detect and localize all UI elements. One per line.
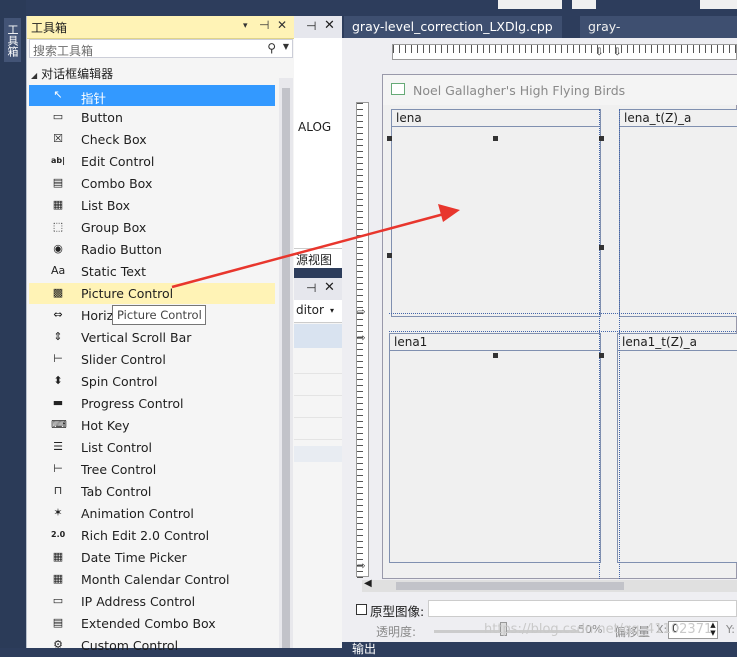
annotation-arrow (171, 204, 460, 289)
watermark: https://blog.csdn.net/qq_41102371 (484, 622, 713, 637)
arrow-shaft (171, 212, 445, 289)
arrow-head (438, 204, 460, 222)
